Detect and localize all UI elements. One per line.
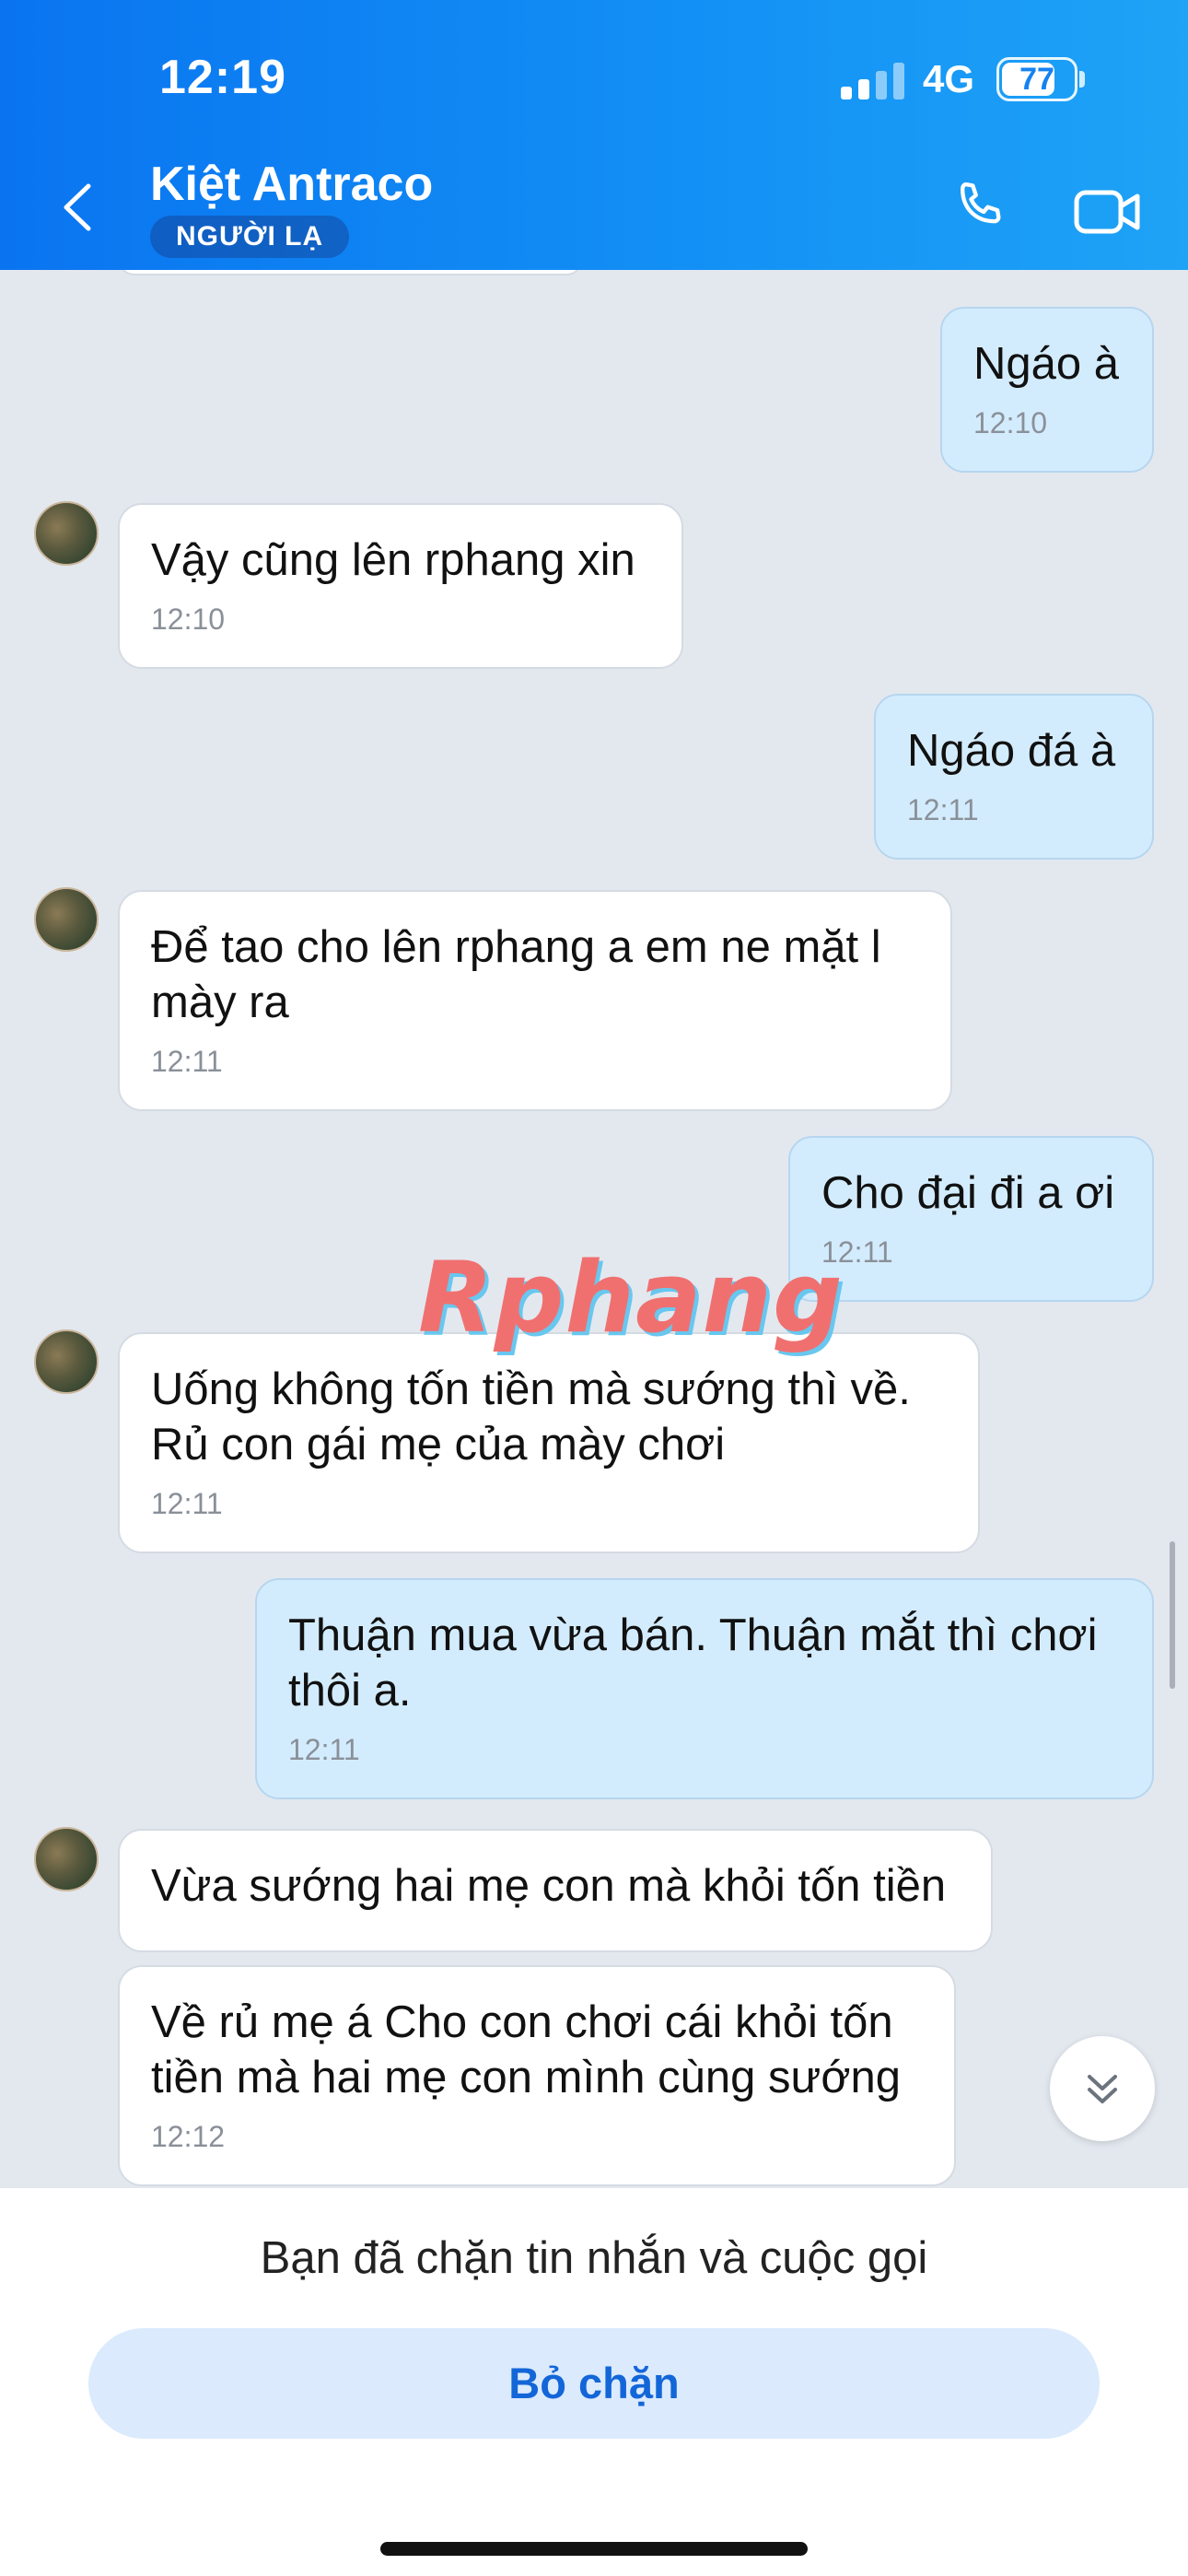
message-time: 12:11 [151,1487,223,1520]
message-time: 12:12 [151,2120,226,2153]
message-text: Vậy cũng lên rphang xin [151,535,635,585]
avatar[interactable] [34,887,99,952]
network-type: 4G [923,57,975,100]
message-text: Ngáo à [973,339,1120,389]
message-text: Cho đại đi a ơi [821,1168,1115,1218]
message-time: 12:10 [151,603,226,636]
avatar[interactable] [34,1329,99,1394]
message-bubble-incoming[interactable]: Vừa sướng hai mẹ con mà khỏi tốn tiền [118,1829,993,1952]
message-text: Ngáo đá à [907,726,1116,776]
message-text: Vừa sướng hai mẹ con mà khỏi tốn tiền [151,1861,947,1911]
unblock-button[interactable]: Bỏ chặn [88,2328,1100,2439]
status-time: 12:19 [159,51,286,104]
chevron-left-icon [64,183,91,231]
watermark: Rphang [418,1241,844,1354]
video-camera-icon [1074,190,1140,234]
battery-percent: 77 [1019,62,1054,97]
message-bubble-outgoing[interactable]: Ngáo đá à 12:11 [874,694,1154,860]
avatar[interactable] [34,501,99,566]
cellular-signal-icon [841,61,905,100]
double-chevron-down-icon [1088,2075,1117,2103]
partial-message-bubble [118,270,583,275]
back-button[interactable] [55,175,101,240]
scroll-to-bottom-button[interactable] [1050,2036,1155,2141]
stranger-badge: NGƯỜI LẠ [150,216,350,258]
scrollbar[interactable] [1170,1541,1175,1689]
message-bubble-incoming[interactable]: Uống không tốn tiền mà sướng thì về. Rủ … [118,1332,980,1553]
avatar[interactable] [34,1827,99,1891]
message-text: Để tao cho lên rphang a em ne mặt l mày … [151,922,881,1027]
battery-cap [1079,71,1085,88]
message-time: 12:11 [151,1045,223,1078]
video-call-button[interactable] [1071,180,1145,244]
message-text: Về rủ mẹ á Cho con chơi cái khỏi tốn tiề… [151,1997,901,2102]
message-bubble-outgoing[interactable]: Thuận mua vừa bán. Thuận mắt thì chơi th… [255,1578,1154,1799]
voice-call-button[interactable] [949,175,1013,240]
message-list[interactable]: Ngáo à 12:10 Vậy cũng lên rphang xin 12:… [0,270,1188,2188]
message-bubble-incoming[interactable]: Vậy cũng lên rphang xin 12:10 [118,503,683,669]
home-indicator[interactable] [380,2542,808,2556]
blocked-notice: Bạn đã chặn tin nhắn và cuộc gọi [260,2233,928,2283]
message-time: 12:11 [821,1235,893,1269]
blocked-footer: Bạn đã chặn tin nhắn và cuộc gọi Bỏ chặn [0,2188,1188,2576]
message-bubble-incoming[interactable]: Để tao cho lên rphang a em ne mặt l mày … [118,890,952,1111]
contact-name[interactable]: Kiệt Antraco [150,157,433,212]
battery-icon: 77 [996,57,1077,101]
message-text: Thuận mua vừa bán. Thuận mắt thì chơi th… [288,1610,1098,1715]
message-time: 12:11 [288,1733,360,1766]
message-time: 12:11 [907,793,979,826]
message-text: Uống không tốn tiền mà sướng thì về. Rủ … [151,1364,911,1469]
chat-header: 12:19 4G 77 Kiệt Antraco NGƯỜI LẠ [0,0,1188,270]
message-bubble-incoming[interactable]: Về rủ mẹ á Cho con chơi cái khỏi tốn tiề… [118,1965,956,2186]
message-bubble-outgoing[interactable]: Ngáo à 12:10 [940,307,1154,473]
message-time: 12:10 [973,406,1048,439]
phone-icon [960,182,1001,224]
